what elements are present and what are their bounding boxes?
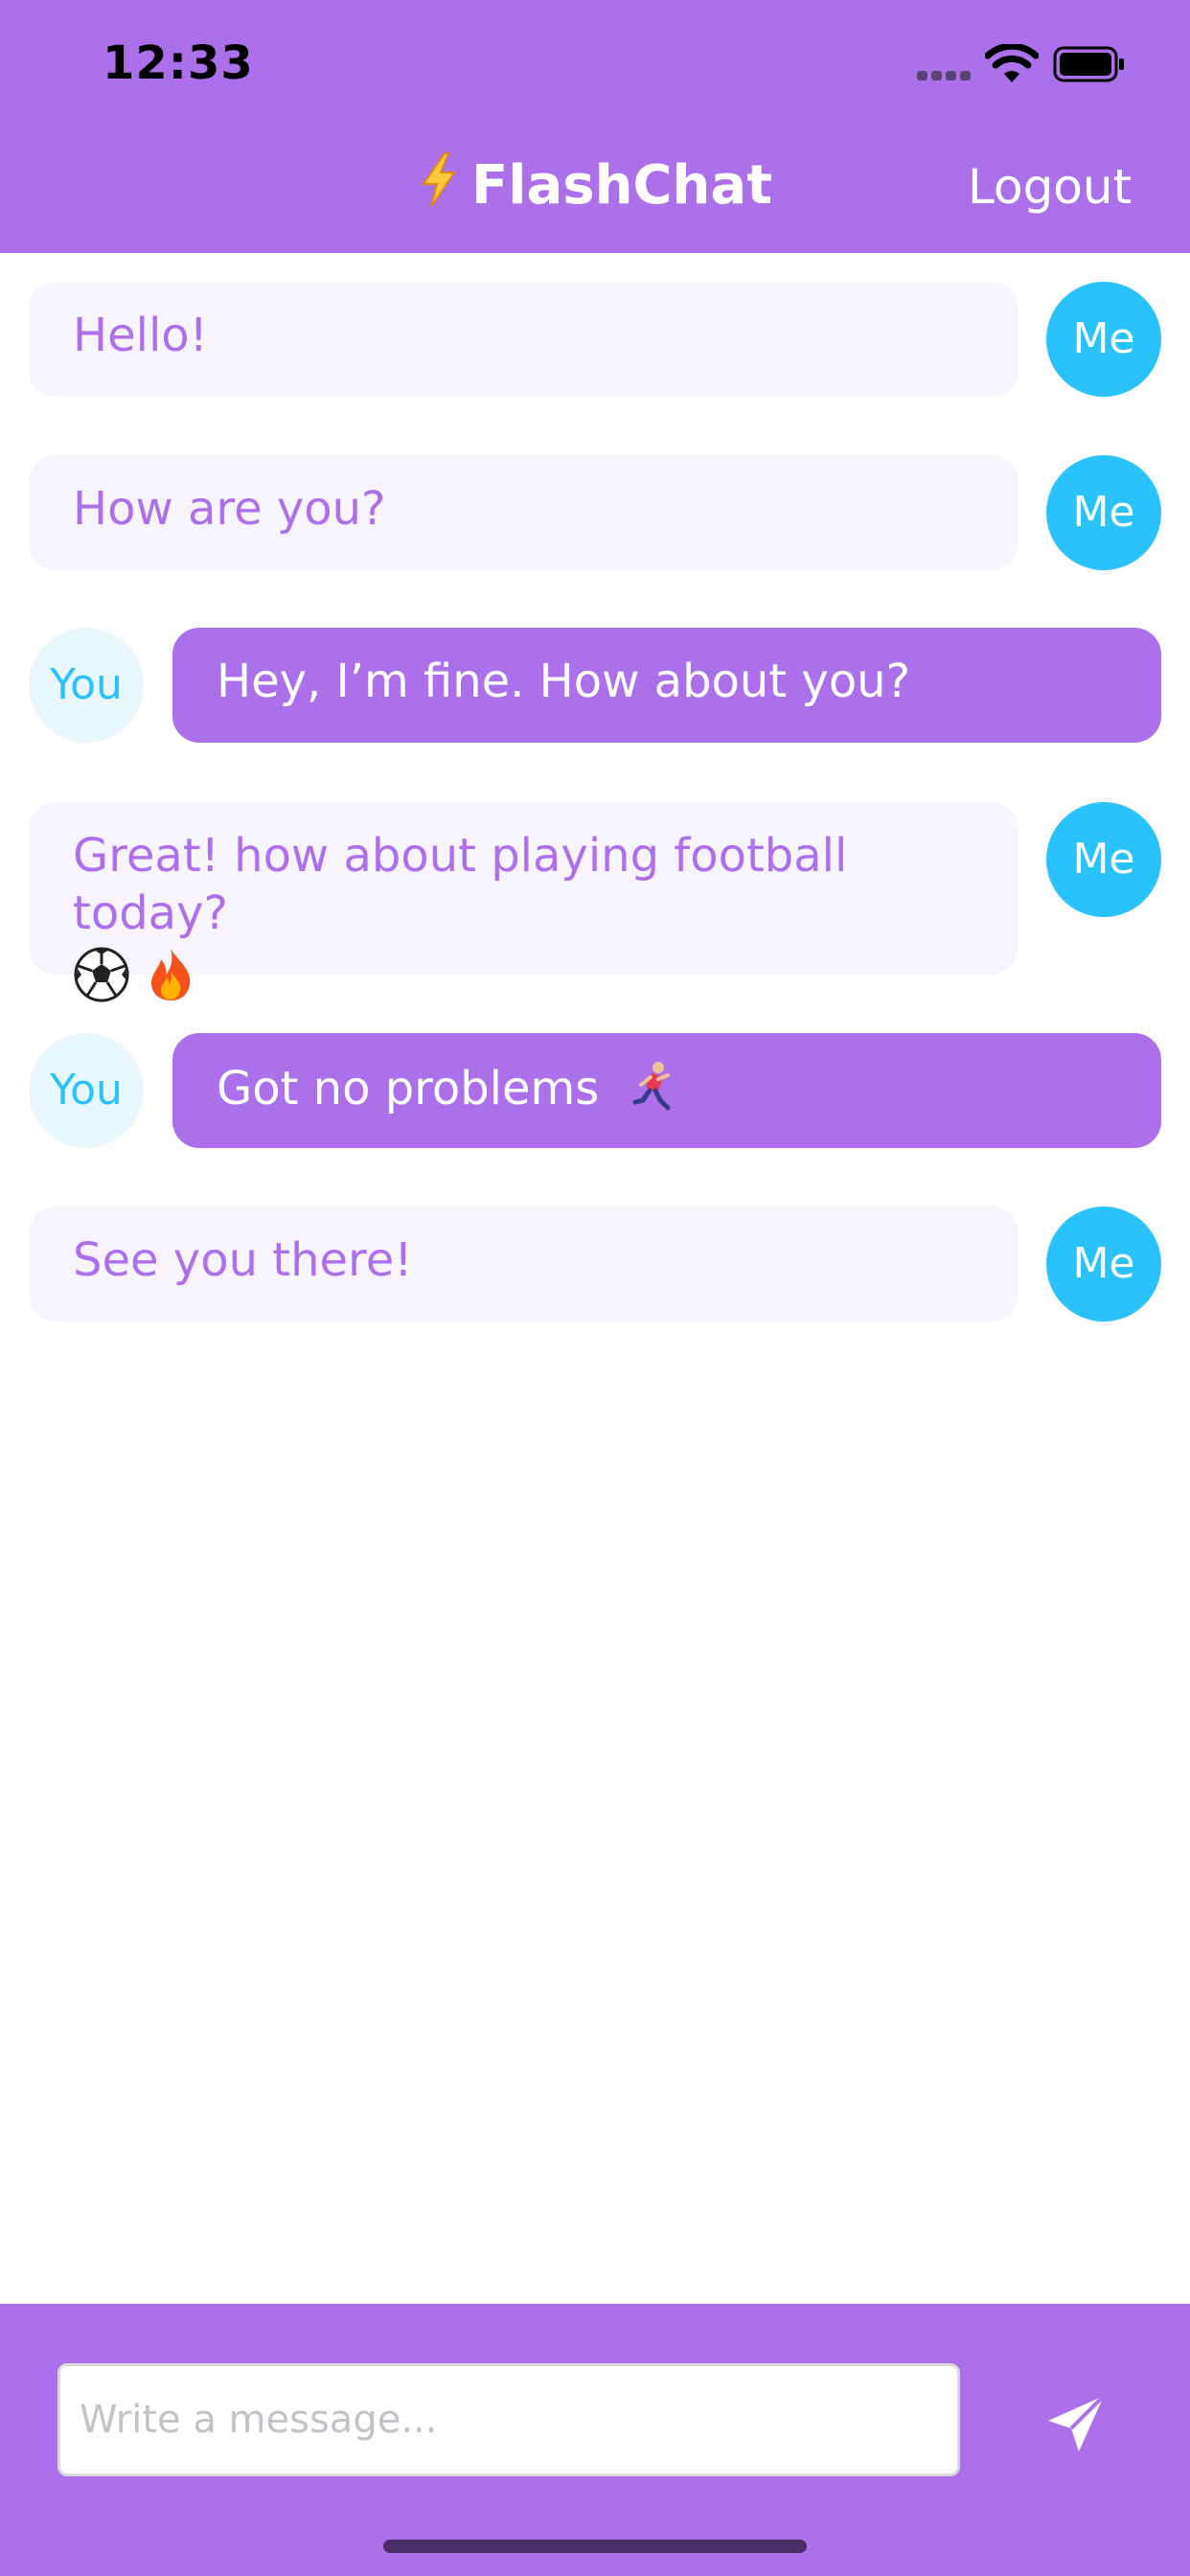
message-text: Got no problems [217, 1062, 600, 1116]
signal-icon [917, 71, 971, 80]
message-bubble-me: See you there! [29, 1207, 1018, 1322]
message-row: You Hey, I’m fine. How about you? [0, 628, 1190, 743]
message-text: See you there! [73, 1233, 413, 1287]
message-text: How are you? [73, 482, 386, 536]
message-bubble-me: Great! how about playing football today? [29, 802, 1018, 1002]
message-row: How are you? Me [0, 455, 1190, 570]
message-row: See you there! Me [0, 1207, 1190, 1322]
message-row: Great! how about playing football today?… [0, 802, 1190, 1002]
paper-plane-icon[interactable] [1044, 2392, 1108, 2455]
app-title: FlashChat [383, 151, 807, 217]
app-title-text: FlashChat [471, 154, 772, 217]
home-indicator [383, 2540, 807, 2553]
message-bubble-you: Hey, I’m fine. How about you? [172, 628, 1161, 743]
runner-emoji [632, 1062, 671, 1111]
message-bubble-me: Hello! [29, 282, 1018, 397]
message-bubble-me: How are you? [29, 455, 1018, 570]
message-bubble-you: Got no problems [172, 1033, 1161, 1148]
message-row: You Got no problems [0, 1033, 1190, 1148]
avatar-you: You [29, 1033, 144, 1148]
wifi-icon [985, 44, 1039, 82]
message-text: Hello! [73, 309, 208, 362]
avatar-you: You [29, 628, 144, 743]
composer-bar [0, 2304, 1190, 2576]
avatar-me: Me [1046, 1207, 1161, 1322]
battery-icon [1053, 46, 1124, 82]
message-list[interactable]: Hello! Me How are you? Me You Hey, I’m f… [0, 253, 1190, 2304]
logout-button[interactable]: Logout [968, 159, 1159, 215]
avatar-me: Me [1046, 802, 1161, 917]
avatar-me: Me [1046, 282, 1161, 397]
message-input[interactable] [57, 2363, 960, 2476]
message-text: Hey, I’m fine. How about you? [217, 655, 911, 708]
lightning-bolt-icon [422, 152, 456, 208]
message-row: Hello! Me [0, 282, 1190, 397]
status-bar-time: 12:33 [103, 36, 254, 90]
avatar-me: Me [1046, 455, 1161, 570]
fire-emoji [151, 949, 191, 1000]
navigation-header: 12:33 FlashChat Logout [0, 0, 1190, 253]
soccer-ball-emoji [74, 947, 129, 1002]
message-text: Great! how about playing football today? [73, 829, 848, 940]
